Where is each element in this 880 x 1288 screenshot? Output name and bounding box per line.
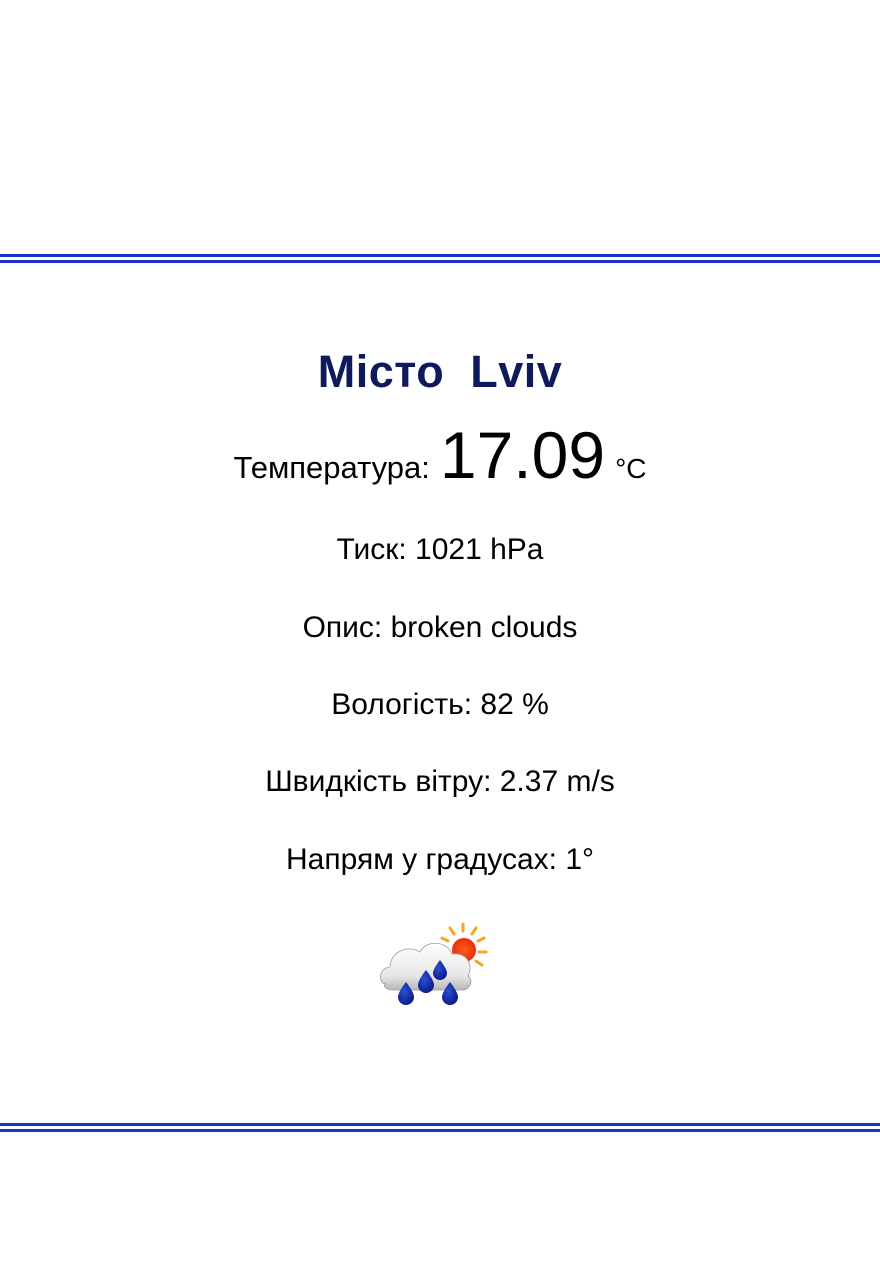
temperature-label: Температура: <box>233 450 430 485</box>
pressure-text: Тиск: 1021 hPa <box>336 533 544 566</box>
bottom-divider <box>0 1123 880 1134</box>
temperature-value: 17.09 <box>439 418 606 492</box>
temperature-row: Температура: 17.09 °C <box>0 420 880 490</box>
humidity-text: Вологість: 82 % <box>331 688 549 721</box>
temperature-unit: °C <box>615 453 647 484</box>
wind-direction-text: Напрям у градусах: 1° <box>286 843 594 876</box>
rain-cloud-sun-icon <box>380 922 488 1005</box>
wind-speed-text: Швидкість вітру: 2.37 m/s <box>265 765 615 798</box>
city-title: Місто Lviv <box>317 346 563 397</box>
description-text: Опис: broken clouds <box>302 611 578 644</box>
weather-panel: Місто Lviv Температура: 17.09 °C Тиск: 1… <box>0 254 880 1134</box>
